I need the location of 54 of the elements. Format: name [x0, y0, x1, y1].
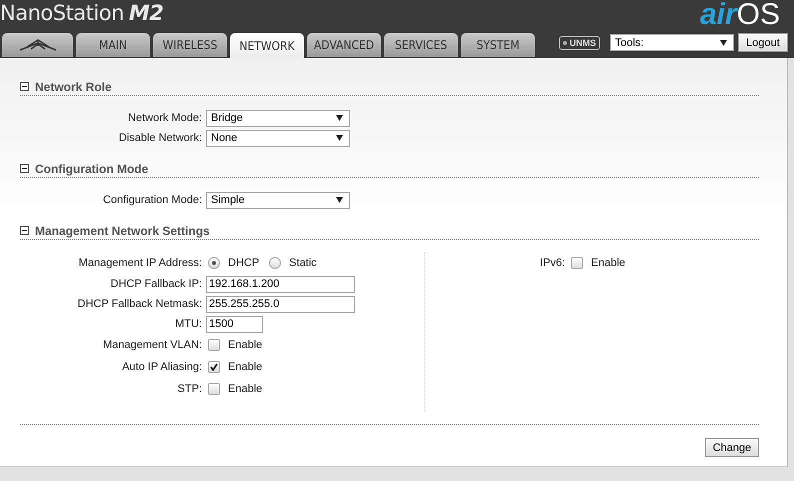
caret-icon — [336, 135, 343, 141]
field-label: Auto IP Aliasing: — [121, 361, 203, 373]
change-button[interactable]: Change — [705, 438, 759, 457]
collapse-toggle[interactable] — [20, 226, 29, 235]
logout-button[interactable]: Logout — [738, 33, 788, 52]
tools-dropdown[interactable]: Tools: — [610, 34, 734, 51]
field-label: DHCP Fallback Netmask: — [76, 298, 203, 310]
brand-logo: airOS — [700, 0, 780, 30]
dropdown[interactable]: Simple — [206, 192, 350, 208]
dropdown[interactable]: None — [206, 130, 350, 146]
antenna-logo-icon — [18, 39, 56, 51]
radio-button[interactable] — [269, 257, 282, 269]
field-label: MTU: — [174, 318, 203, 330]
tab[interactable] — [2, 33, 73, 57]
radio-button[interactable] — [208, 257, 220, 269]
section-title: Management Network Settings — [35, 224, 210, 238]
dropdown[interactable]: Bridge — [206, 110, 350, 126]
tab[interactable]: NETWORK — [230, 33, 304, 58]
caret-icon — [336, 197, 343, 203]
input-field[interactable]: 255.255.255.0 — [206, 296, 355, 312]
checkbox[interactable] — [208, 361, 220, 373]
field-label: STP: — [176, 383, 203, 395]
tab[interactable]: SYSTEM — [461, 33, 535, 57]
caret-icon — [336, 115, 343, 121]
input-field[interactable]: 1500 — [206, 316, 263, 332]
option-label: DHCP — [228, 257, 260, 269]
tab[interactable]: MAIN — [76, 33, 150, 57]
field-label: Management IP Address: — [78, 257, 203, 269]
field-label: IPv6: — [538, 257, 566, 269]
option-label: Enable — [228, 383, 262, 395]
option-label: Enable — [228, 361, 262, 373]
caret-icon — [720, 40, 727, 46]
field-label: Configuration Mode: — [102, 194, 203, 206]
product-title: NanoStation M2 — [0, 1, 164, 25]
option-label: Enable — [228, 339, 262, 351]
collapse-toggle[interactable] — [20, 82, 29, 91]
field-label: Management VLAN: — [102, 339, 203, 351]
input-field[interactable]: 192.168.1.200 — [206, 276, 355, 292]
check-icon — [210, 363, 218, 371]
checkbox[interactable] — [571, 257, 583, 269]
tab[interactable]: ADVANCED — [307, 33, 381, 57]
option-label: Static — [289, 257, 317, 269]
field-label: Network Mode: — [127, 112, 203, 124]
checkbox[interactable] — [208, 383, 220, 395]
section-title: Configuration Mode — [35, 162, 148, 176]
checkbox[interactable] — [208, 339, 220, 351]
collapse-toggle[interactable] — [20, 164, 29, 173]
field-label: DHCP Fallback IP: — [110, 278, 203, 290]
tab[interactable]: SERVICES — [384, 33, 458, 57]
section-title: Network Role — [35, 80, 112, 94]
option-label: Enable — [591, 257, 626, 269]
tab[interactable]: WIRELESS — [153, 33, 227, 57]
unms-badge: UNMS — [558, 36, 600, 50]
field-label: Disable Network: — [118, 132, 203, 144]
